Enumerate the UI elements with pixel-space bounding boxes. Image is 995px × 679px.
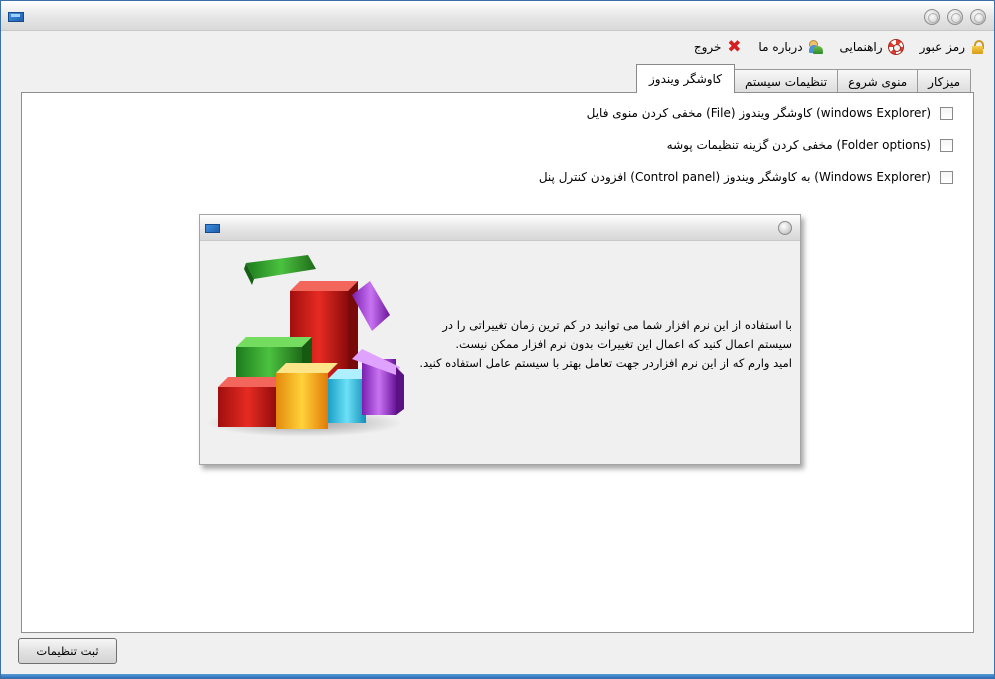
option-label: افزودن کنترل پنل (Control panel) به کاوش… — [538, 170, 931, 184]
menu-item-help[interactable]: راهنمایی — [840, 39, 904, 55]
maximize-button[interactable] — [947, 9, 963, 25]
tab-windows-explorer[interactable]: کاوشگر ویندوز — [636, 64, 735, 93]
option-label: مخفی کردن منوی فایل (File) کاوشگر ویندوز… — [586, 106, 931, 120]
close-button[interactable] — [970, 9, 986, 25]
tab-system-settings[interactable]: تنظیمات سیستم — [733, 69, 839, 93]
option-add-control-panel[interactable]: افزودن کنترل پنل (Control panel) به کاوش… — [539, 170, 953, 184]
lifebuoy-icon — [887, 39, 904, 55]
info-dialog: با استفاده از این نرم افزار شما می توانی… — [199, 214, 801, 465]
window-bottom-border — [1, 674, 994, 678]
users-icon — [808, 39, 824, 55]
menu-item-about[interactable]: درباره ما — [758, 39, 823, 55]
menu-item-label: رمز عبور — [919, 40, 965, 54]
info-line-2: سیستم اعمال کنید که اعمال این تغییرات بد… — [455, 337, 792, 351]
menu-item-label: خروج — [693, 40, 722, 54]
info-description: با استفاده از این نرم افزار شما می توانی… — [407, 316, 792, 373]
info-dialog-close-button[interactable] — [778, 221, 792, 235]
tab-panel: مخفی کردن منوی فایل (File) کاوشگر ویندوز… — [21, 92, 974, 633]
main-window: رمز عبور راهنمایی درباره ما ✖ خروج میزکا… — [0, 0, 995, 679]
option-label: مخفی کردن گزینه تنظیمات پوشه (Folder opt… — [666, 138, 931, 152]
tab-desktop[interactable]: میزکار — [917, 69, 971, 93]
hide-folder-options-checkbox[interactable] — [940, 138, 953, 152]
option-hide-file-menu[interactable]: مخفی کردن منوی فایل (File) کاوشگر ویندوز… — [587, 106, 953, 120]
hide-file-menu-checkbox[interactable] — [940, 106, 953, 120]
app-icon — [8, 12, 24, 22]
info-dialog-titlebar — [200, 215, 800, 241]
info-line-1: با استفاده از این نرم افزار شما می توانی… — [442, 318, 792, 332]
menu-item-password[interactable]: رمز عبور — [920, 39, 986, 55]
info-line-3: امید وارم که از این نرم افزاردر جهت تعام… — [419, 356, 792, 370]
save-settings-button[interactable]: ثبت تنظیمات — [18, 638, 117, 664]
menu-item-label: راهنمایی — [839, 40, 883, 54]
lock-icon — [970, 39, 986, 55]
menu-bar: رمز عبور راهنمایی درباره ما ✖ خروج — [694, 37, 986, 57]
menu-item-label: درباره ما — [758, 40, 803, 54]
add-control-panel-checkbox[interactable] — [940, 170, 953, 184]
title-bar[interactable] — [1, 1, 994, 31]
option-hide-folder-options[interactable]: مخفی کردن گزینه تنظیمات پوشه (Folder opt… — [667, 138, 953, 152]
tab-start-menu[interactable]: منوی شروع — [837, 69, 919, 93]
menu-item-exit[interactable]: ✖ خروج — [693, 37, 743, 57]
minimize-button[interactable] — [924, 9, 940, 25]
registry-blocks-icon — [206, 255, 404, 437]
info-dialog-icon — [205, 224, 220, 233]
tab-strip: میزکار منوی شروع تنظیمات سیستم کاوشگر وی… — [636, 64, 971, 93]
close-x-icon: ✖ — [727, 37, 742, 57]
